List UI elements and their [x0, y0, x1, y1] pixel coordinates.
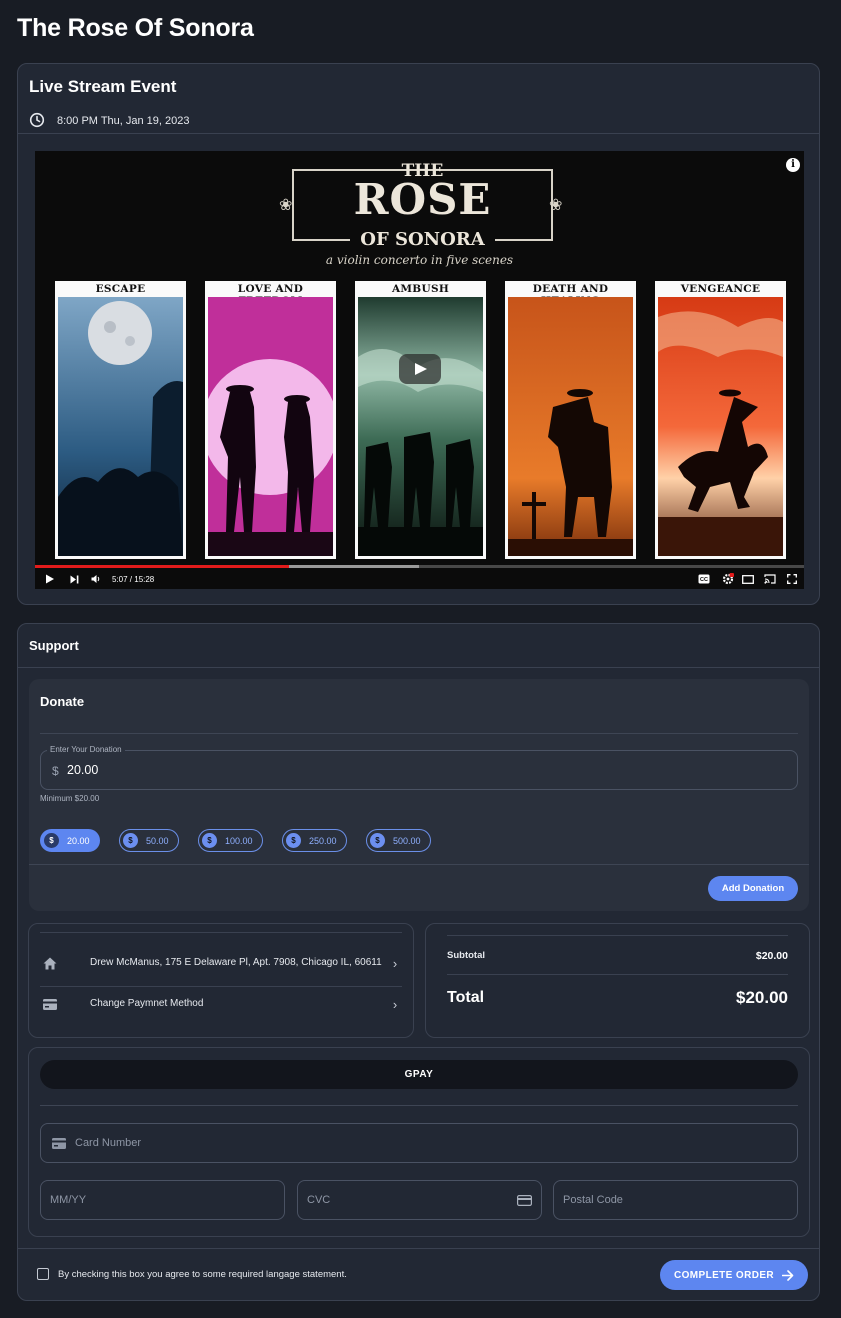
preset-chip-20[interactable]: $ 20.00 — [40, 829, 100, 852]
complete-order-label: COMPLETE ORDER — [673, 1269, 775, 1281]
clock-icon — [29, 112, 45, 131]
panel-title: ESCAPE — [95, 283, 146, 295]
divider — [18, 667, 819, 668]
next-icon[interactable] — [70, 571, 79, 587]
add-donation-button[interactable]: Add Donation — [708, 876, 798, 901]
divider — [29, 864, 809, 865]
video-time: 5:07 / 15:28 — [112, 574, 155, 584]
scene-panel-escape: ESCAPE — [55, 281, 186, 559]
cast-icon[interactable] — [764, 571, 776, 587]
dollar-icon: $ — [123, 833, 138, 848]
divider — [40, 1105, 798, 1106]
gpay-button[interactable]: GPAY — [40, 1060, 798, 1089]
order-summary-card: Subtotal $20.00 Total $20.00 — [425, 923, 810, 1038]
currency-symbol: $ — [52, 764, 59, 778]
divider — [40, 986, 402, 987]
postal-code-field[interactable] — [553, 1180, 798, 1220]
card-number-input[interactable] — [75, 1137, 797, 1149]
chevron-right-icon: › — [392, 955, 398, 971]
donation-amount-field[interactable]: Enter Your Donation $ 20.00 — [40, 745, 798, 790]
video-progress-bar[interactable] — [35, 565, 804, 568]
donate-section: Donate Enter Your Donation $ 20.00 Minim… — [29, 679, 809, 911]
donation-amount-value[interactable]: 20.00 — [67, 763, 98, 777]
shipping-address-row[interactable]: Drew McManus, 175 E Delaware Pl, Apt. 79… — [40, 948, 402, 978]
agreement-checkbox[interactable] — [37, 1268, 49, 1280]
total-value: $20.00 — [736, 988, 788, 1007]
play-icon[interactable] — [45, 571, 55, 587]
settings-icon[interactable] — [722, 571, 734, 587]
info-icon[interactable]: i — [786, 158, 800, 172]
preset-chip-500[interactable]: $ 500.00 — [366, 829, 431, 852]
credit-card-icon — [517, 1194, 532, 1206]
fullscreen-icon[interactable] — [787, 571, 797, 587]
divider — [447, 974, 788, 975]
credit-card-icon — [52, 1137, 66, 1149]
scene-panel-ambush: AMBUSH — [355, 281, 486, 559]
minimum-note: Minimum $20.00 — [40, 794, 100, 803]
chevron-right-icon: › — [392, 996, 398, 1012]
arrow-right-icon — [782, 1269, 794, 1281]
dollar-icon: $ — [44, 833, 59, 848]
event-datetime: 8:00 PM Thu, Jan 19, 2023 — [57, 115, 190, 127]
subtotal-value: $20.00 — [755, 950, 788, 962]
payment-method-row[interactable]: Change Paymnet Method › — [40, 994, 402, 1014]
agreement-row: By checking this box you agree to some r… — [37, 1268, 347, 1280]
video-title-logo: THE ROSE OF SONORA — [292, 163, 553, 249]
captions-icon[interactable]: CC — [698, 571, 710, 587]
video-player[interactable]: i ❀ ❀ THE ROSE OF SONORA a violin concer… — [35, 151, 804, 589]
dollar-icon: $ — [370, 833, 385, 848]
address-text: Drew McManus, 175 E Delaware Pl, Apt. 79… — [90, 957, 382, 968]
payment-card: GPAY — [28, 1047, 810, 1237]
divider — [40, 733, 798, 734]
preset-chip-50[interactable]: $ 50.00 — [119, 829, 179, 852]
preset-chip-100[interactable]: $ 100.00 — [198, 829, 263, 852]
address-card: Drew McManus, 175 E Delaware Pl, Apt. 79… — [28, 923, 414, 1038]
rose-flourish-icon: ❀ — [279, 197, 293, 214]
miniplayer-icon[interactable] — [742, 571, 754, 587]
event-title: Live Stream Event — [29, 77, 177, 96]
scene-panel-vengeance: VENGEANCE — [655, 281, 786, 559]
card-number-field[interactable] — [40, 1123, 798, 1163]
donate-title: Donate — [40, 694, 85, 709]
svg-text:CC: CC — [700, 577, 708, 583]
postal-code-input[interactable] — [563, 1194, 797, 1206]
scene-panel-death-and-healing: DEATH AND HEALING — [505, 281, 636, 559]
support-card: Support Donate Enter Your Donation $ 20.… — [17, 623, 820, 1301]
dollar-icon: $ — [286, 833, 301, 848]
expiry-input[interactable] — [50, 1194, 284, 1206]
home-icon — [40, 957, 60, 970]
played-bar — [35, 565, 289, 568]
live-stream-card: Live Stream Event 8:00 PM Thu, Jan 19, 2… — [17, 63, 820, 605]
subtotal-label: Subtotal — [447, 950, 485, 961]
support-title: Support — [29, 638, 79, 653]
panel-title: VENGEANCE — [680, 283, 761, 295]
buffered-bar — [288, 565, 420, 568]
play-overlay-button[interactable] — [399, 354, 441, 384]
video-subtitle: a violin concerto in five scenes — [325, 253, 514, 267]
page-title: The Rose Of Sonora — [17, 14, 254, 42]
preset-chip-250[interactable]: $ 250.00 — [282, 829, 347, 852]
credit-card-icon — [40, 998, 60, 1010]
scene-panel-love-and-freedom: LOVE AND FREEDOM — [205, 281, 336, 559]
volume-icon[interactable] — [91, 571, 101, 587]
expiry-field[interactable] — [40, 1180, 285, 1220]
divider — [447, 935, 788, 936]
video-controls: 5:07 / 15:28 CC — [35, 569, 804, 589]
agreement-text: By checking this box you agree to some r… — [58, 1268, 347, 1280]
panel-title: AMBUSH — [391, 283, 450, 295]
cvc-field[interactable] — [297, 1180, 542, 1220]
divider — [18, 133, 819, 134]
cvc-input[interactable] — [307, 1194, 517, 1206]
divider — [40, 932, 402, 933]
divider — [18, 1248, 819, 1249]
payment-method-label: Change Paymnet Method — [90, 998, 204, 1009]
total-label: Total — [447, 989, 485, 1006]
event-datetime-row: 8:00 PM Thu, Jan 19, 2023 — [29, 112, 190, 130]
complete-order-button[interactable]: COMPLETE ORDER — [660, 1260, 808, 1290]
donation-field-label: Enter Your Donation — [47, 745, 125, 754]
dollar-icon: $ — [202, 833, 217, 848]
